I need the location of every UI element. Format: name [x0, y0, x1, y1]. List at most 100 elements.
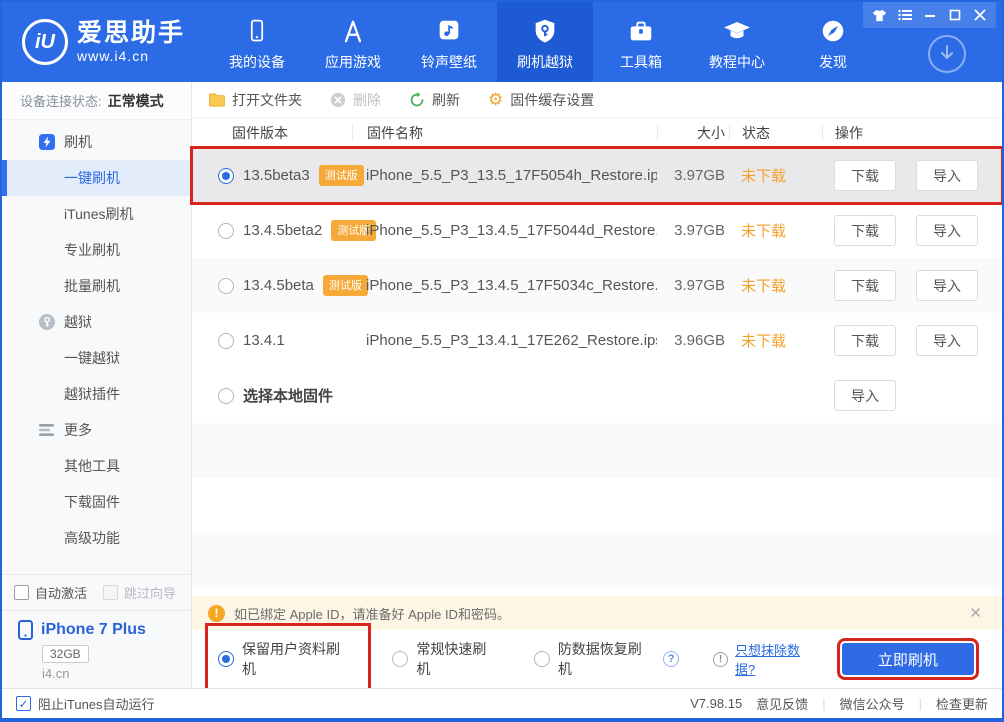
firmware-row[interactable]: 13.5beta3 测试版 iPhone_5.5_P3_13.5_17F5054…: [192, 148, 1002, 203]
col-header-version: 固件版本: [192, 125, 352, 141]
flash-now-button[interactable]: 立即刷机: [842, 643, 974, 675]
skip-setup-checkbox[interactable]: 跳过向导: [103, 583, 176, 602]
import-button[interactable]: 导入: [916, 270, 978, 301]
sidebar-item-pro-flash[interactable]: 专业刷机: [2, 232, 191, 268]
nav-tutorials[interactable]: 教程中心: [689, 2, 785, 82]
device-info-panel: iPhone 7 Plus 32GB i4.cn: [2, 610, 191, 688]
maximize-icon[interactable]: [942, 5, 967, 25]
warning-icon: !: [208, 605, 225, 622]
theme-skin-icon[interactable]: [867, 5, 892, 25]
local-firmware-label: 选择本地固件: [243, 385, 333, 406]
sidebar: 设备连接状态: 正常模式 刷机 一键刷机 iTunes刷机 专业刷机: [2, 82, 192, 688]
checkbox-label: 跳过向导: [124, 583, 176, 602]
sidebar-item-one-click-jailbreak[interactable]: 一键越狱: [2, 340, 191, 376]
sidebar-item-itunes-flash[interactable]: iTunes刷机: [2, 196, 191, 232]
empty-rows-area: [192, 423, 1002, 596]
sidebar-section-more[interactable]: 更多: [2, 412, 191, 448]
block-itunes-label: 阻止iTunes自动运行: [38, 694, 155, 713]
import-button[interactable]: 导入: [916, 160, 978, 191]
sidebar-item-download-firmware[interactable]: 下载固件: [2, 484, 191, 520]
nav-label: 刷机越狱: [517, 52, 573, 72]
sidebar-item-jailbreak-plugins[interactable]: 越狱插件: [2, 376, 191, 412]
folder-icon: [208, 92, 225, 107]
firmware-version: 13.4.5beta2: [243, 222, 322, 239]
delete-button[interactable]: 删除: [330, 90, 381, 110]
refresh-label: 刷新: [432, 90, 460, 110]
main-nav: 我的设备 应用游戏 铃声壁纸 刷机越狱: [209, 2, 881, 82]
graduation-icon: [722, 12, 752, 46]
col-header-size: 大小: [657, 125, 729, 141]
open-folder-button[interactable]: 打开文件夹: [208, 90, 302, 110]
firmware-filename: iPhone_5.5_P3_13.5_17F5054h_Restore.ipsw: [352, 167, 657, 184]
sidebar-item-other-tools[interactable]: 其他工具: [2, 448, 191, 484]
option-label: 常规快速刷机: [416, 639, 499, 679]
status-bar: 阻止iTunes自动运行 V7.98.15 意见反馈 | 微信公众号 | 检查更…: [2, 688, 1002, 718]
download-manager-icon[interactable]: [928, 35, 966, 73]
download-button[interactable]: 下载: [834, 270, 896, 301]
radio-icon: [534, 651, 550, 667]
radio-icon[interactable]: [218, 333, 234, 349]
connection-status-value: 正常模式: [108, 91, 164, 111]
radio-selected-icon[interactable]: [218, 168, 234, 184]
notice-close-icon[interactable]: ✕: [965, 604, 986, 622]
phone-icon: [244, 12, 270, 46]
firmware-filename: iPhone_5.5_P3_13.4.5_17F5044d_Restore.ip…: [352, 222, 657, 239]
nav-ringtones-wallpapers[interactable]: 铃声壁纸: [401, 2, 497, 82]
sidebar-item-one-click-flash[interactable]: 一键刷机: [2, 160, 191, 196]
firmware-filename: iPhone_5.5_P3_13.4.5_17F5034c_Restore.ip…: [352, 277, 657, 294]
help-icon[interactable]: [663, 651, 679, 667]
sidebar-section-flash[interactable]: 刷机: [2, 124, 191, 160]
sidebar-item-advanced-features[interactable]: 高级功能: [2, 520, 191, 556]
nav-label: 我的设备: [229, 52, 285, 72]
firmware-cache-settings-button[interactable]: ⚙ 固件缓存设置: [488, 90, 594, 110]
close-icon[interactable]: [967, 5, 992, 25]
feedback-link[interactable]: 意见反馈: [756, 694, 808, 713]
download-button[interactable]: 下载: [834, 160, 896, 191]
firmware-row[interactable]: 13.4.5beta 测试版 iPhone_5.5_P3_13.4.5_17F5…: [192, 258, 1002, 313]
firmware-version: 13.4.5beta: [243, 277, 314, 294]
local-firmware-row[interactable]: 选择本地固件 导入: [192, 368, 1002, 423]
delete-label: 删除: [353, 90, 381, 110]
block-itunes-checkbox[interactable]: 阻止iTunes自动运行: [16, 694, 155, 713]
wechat-link[interactable]: 微信公众号: [840, 694, 905, 713]
radio-icon[interactable]: [218, 223, 234, 239]
nav-apps-games[interactable]: 应用游戏: [305, 2, 401, 82]
sidebar-section-jailbreak[interactable]: 越狱: [2, 304, 191, 340]
refresh-button[interactable]: 刷新: [409, 90, 460, 110]
auto-activate-checkbox[interactable]: 自动激活: [14, 583, 87, 602]
window-controls: [863, 2, 996, 28]
nav-flash-jailbreak[interactable]: 刷机越狱: [497, 2, 593, 82]
firmware-row[interactable]: 13.4.5beta2 测试版 iPhone_5.5_P3_13.4.5_17F…: [192, 203, 1002, 258]
check-update-link[interactable]: 检查更新: [936, 694, 988, 713]
option-keep-user-data[interactable]: 保留用户资料刷机: [218, 639, 353, 679]
radio-icon[interactable]: [218, 278, 234, 294]
firmware-filename: iPhone_5.5_P3_13.4.1_17E262_Restore.ipsw: [352, 332, 657, 349]
jailbreak-key-icon: [36, 313, 58, 331]
nav-toolbox[interactable]: 工具箱: [593, 2, 689, 82]
menu-label: 一键刷机: [64, 168, 120, 188]
menu-list-icon[interactable]: [892, 5, 917, 25]
radio-icon[interactable]: [218, 388, 234, 404]
erase-data-link[interactable]: 只想抹除数据?: [735, 640, 820, 678]
nav-my-device[interactable]: 我的设备: [209, 2, 305, 82]
firmware-size: 3.97GB: [657, 277, 729, 294]
firmware-version: 13.4.1: [243, 332, 285, 349]
app-window: iU 爱思助手 www.i4.cn 我的设备 应用游戏: [0, 0, 1004, 722]
download-button[interactable]: 下载: [834, 215, 896, 246]
import-button[interactable]: 导入: [834, 380, 896, 411]
nav-label: 铃声壁纸: [421, 52, 477, 72]
minimize-icon[interactable]: [917, 5, 942, 25]
firmware-row[interactable]: 13.4.1 iPhone_5.5_P3_13.4.1_17E262_Resto…: [192, 313, 1002, 368]
import-button[interactable]: 导入: [916, 215, 978, 246]
option-anti-data-recovery-flash[interactable]: 防数据恢复刷机: [534, 639, 679, 679]
sidebar-item-batch-flash[interactable]: 批量刷机: [2, 268, 191, 304]
menu-label: iTunes刷机: [64, 204, 134, 224]
menu-label: 越狱插件: [64, 384, 120, 404]
option-normal-fast-flash[interactable]: 常规快速刷机: [392, 639, 499, 679]
firmware-size: 3.97GB: [657, 167, 729, 184]
open-folder-label: 打开文件夹: [232, 90, 302, 110]
app-url: www.i4.cn: [77, 48, 185, 64]
header: iU 爱思助手 www.i4.cn 我的设备 应用游戏: [2, 2, 1002, 82]
import-button[interactable]: 导入: [916, 325, 978, 356]
download-button[interactable]: 下载: [834, 325, 896, 356]
